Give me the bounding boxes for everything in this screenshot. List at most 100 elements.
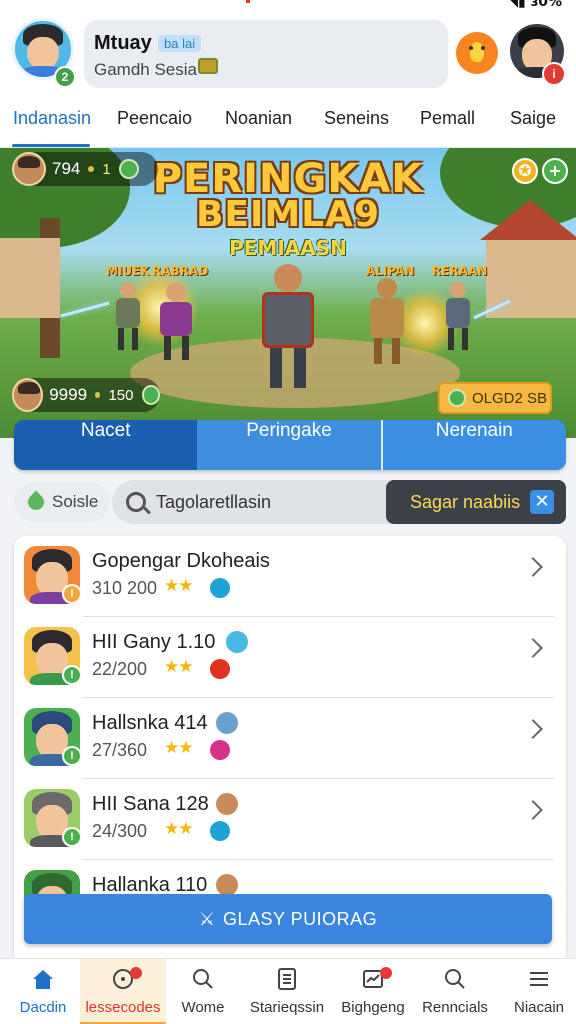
chevron-right-icon[interactable] [523, 638, 543, 658]
tab-seneins[interactable]: Seneins [324, 108, 389, 129]
rank-icon [210, 578, 230, 598]
tab-noanian[interactable]: Noanian [225, 108, 292, 129]
search-input[interactable] [156, 491, 356, 513]
tab-pemall[interactable]: Pemall [420, 108, 475, 129]
username: Mtuay [94, 32, 152, 54]
fighter-body [446, 298, 470, 328]
fighter-body [160, 302, 192, 336]
list-item[interactable]: ! Gopengar Dkoheais 310 200 ★★ [14, 536, 566, 617]
nav-label: Wome [181, 999, 225, 1016]
tab-saige[interactable]: Saige [510, 108, 556, 129]
fighter-leg [462, 328, 468, 350]
bottom-score-pill[interactable]: 9999 150 [12, 378, 160, 412]
rank-icon [210, 821, 230, 841]
profile-card[interactable]: Mtuay ba lai Gamdh Sesia [84, 20, 448, 88]
segment-nerenain[interactable]: Nerenain [380, 420, 566, 470]
fighter-head [450, 282, 466, 298]
star-rating: ★★ [164, 576, 194, 596]
chevron-right-icon[interactable] [523, 800, 543, 820]
fighter-head [166, 282, 186, 302]
bottom-pill-count: 150 [108, 386, 134, 404]
segment-nacet[interactable]: Nacet [14, 420, 198, 470]
chevron-right-icon[interactable] [523, 719, 543, 739]
nav-item-bighgeng[interactable]: Bighgeng [330, 959, 416, 1024]
menu-icon [530, 972, 548, 986]
sugar-button[interactable]: Sagar naabiis ✕ [386, 480, 566, 524]
user-subtitle: Gamdh Sesia [94, 60, 197, 79]
profile-header: 2 Mtuay ba lai Gamdh Sesia i [0, 10, 576, 96]
active-tab-indicator [12, 144, 90, 147]
fighter-body [116, 298, 140, 328]
bird-icon [470, 42, 484, 62]
nav-label: Bighgeng [341, 999, 405, 1016]
nav-label: Niacain [513, 999, 565, 1016]
player-score: 310 200 [92, 578, 158, 598]
nav-label: Renncials [422, 999, 488, 1016]
rank-icon [210, 659, 230, 679]
nav-item-stats[interactable]: Starieqssin [244, 959, 330, 1024]
player-score: 27/360 [92, 740, 148, 760]
swords-icon: ⚔ [198, 908, 215, 930]
chat-icon [226, 631, 248, 653]
fighter-leg [374, 338, 382, 364]
signal-battery-text: ◥▮ ɜ0% [507, 0, 562, 10]
category-tabs: Indanasin Peencaio Noanian Seneins Pemal… [0, 96, 576, 148]
bird-mascot-button[interactable] [456, 32, 498, 74]
fighter-leg [294, 348, 306, 388]
nav-item-home[interactable]: Dacdin [0, 959, 86, 1024]
fighter-leg [132, 328, 138, 350]
event-banner[interactable]: PERINGKAK BEIMLA9 PEMIAASN MIUEK RABRAD … [0, 148, 576, 438]
bird-eye-left [469, 46, 473, 50]
rank-icon [210, 740, 230, 760]
nav-label: lessecodes [85, 999, 161, 1016]
chevron-right-icon[interactable] [523, 557, 543, 577]
nav-label: Starieqssin [249, 999, 325, 1016]
player-badge: ! [62, 746, 82, 766]
nav-item-menu[interactable]: Niacain [496, 959, 576, 1024]
fighter-leg [164, 336, 171, 360]
nav-item-games[interactable]: lessecodes [80, 959, 166, 1024]
player-badge: ! [62, 827, 82, 847]
fighter-leg [392, 338, 400, 364]
nav-item-wome[interactable]: Wome [160, 959, 246, 1024]
fighter-label-4: RERAAN [432, 264, 488, 278]
banner-title-line2: BEIMLA9 [195, 194, 381, 235]
player-face-icon [216, 712, 238, 734]
list-item[interactable]: ! Hallsnka 414 27/360 ★★ [14, 698, 566, 779]
player-face-icon [216, 874, 238, 896]
tab-indanasin[interactable]: Indanasin [13, 108, 91, 129]
close-icon[interactable]: ✕ [530, 490, 554, 514]
user-tag: ba lai [158, 35, 202, 52]
player-badge: ! [62, 665, 82, 685]
segment-peringake[interactable]: Peringake [197, 420, 381, 470]
nav-label: Dacdin [19, 999, 67, 1016]
play-ranking-button[interactable]: ⚔ GLASY PUIORAG [24, 894, 552, 944]
plus-icon[interactable]: + [542, 158, 568, 184]
fighter-head [377, 278, 397, 298]
lightning-bolt-left [60, 301, 110, 318]
filter-row: Soisle Sagar naabiis ✕ [14, 478, 566, 526]
mini-avatar [12, 378, 44, 412]
gem-icon [448, 389, 466, 407]
nav-item-renncials[interactable]: Renncials [412, 959, 498, 1024]
coin-icon [95, 392, 101, 398]
status-indicator [246, 0, 250, 3]
bottom-nav: Dacdin lessecodes Wome Starieqssin Bighg… [0, 958, 576, 1024]
search-box[interactable] [112, 480, 412, 524]
filter-chip[interactable]: Soisle [14, 482, 110, 522]
mini-avatar-hair [18, 382, 40, 394]
tab-peencaio[interactable]: Peencaio [117, 108, 192, 129]
top-pill-count: 1 [102, 160, 111, 178]
fighter-leg [182, 336, 189, 360]
trophy-icon[interactable]: ✪ [512, 158, 538, 184]
home-icon [33, 970, 53, 989]
top-score-pill[interactable]: 794 1 [12, 152, 158, 186]
list-item[interactable]: ! HII Gany 1.10 22/200 ★★ [14, 617, 566, 698]
fighter-hero [248, 264, 328, 394]
fighter-1 [108, 282, 148, 352]
reward-button[interactable]: OLGD2 SB [438, 382, 552, 414]
fighter-body [370, 298, 404, 338]
fighter-head [274, 264, 302, 292]
list-item[interactable]: ! HII Sana 128 24/300 ★★ [14, 779, 566, 860]
gem-icon [118, 159, 139, 179]
